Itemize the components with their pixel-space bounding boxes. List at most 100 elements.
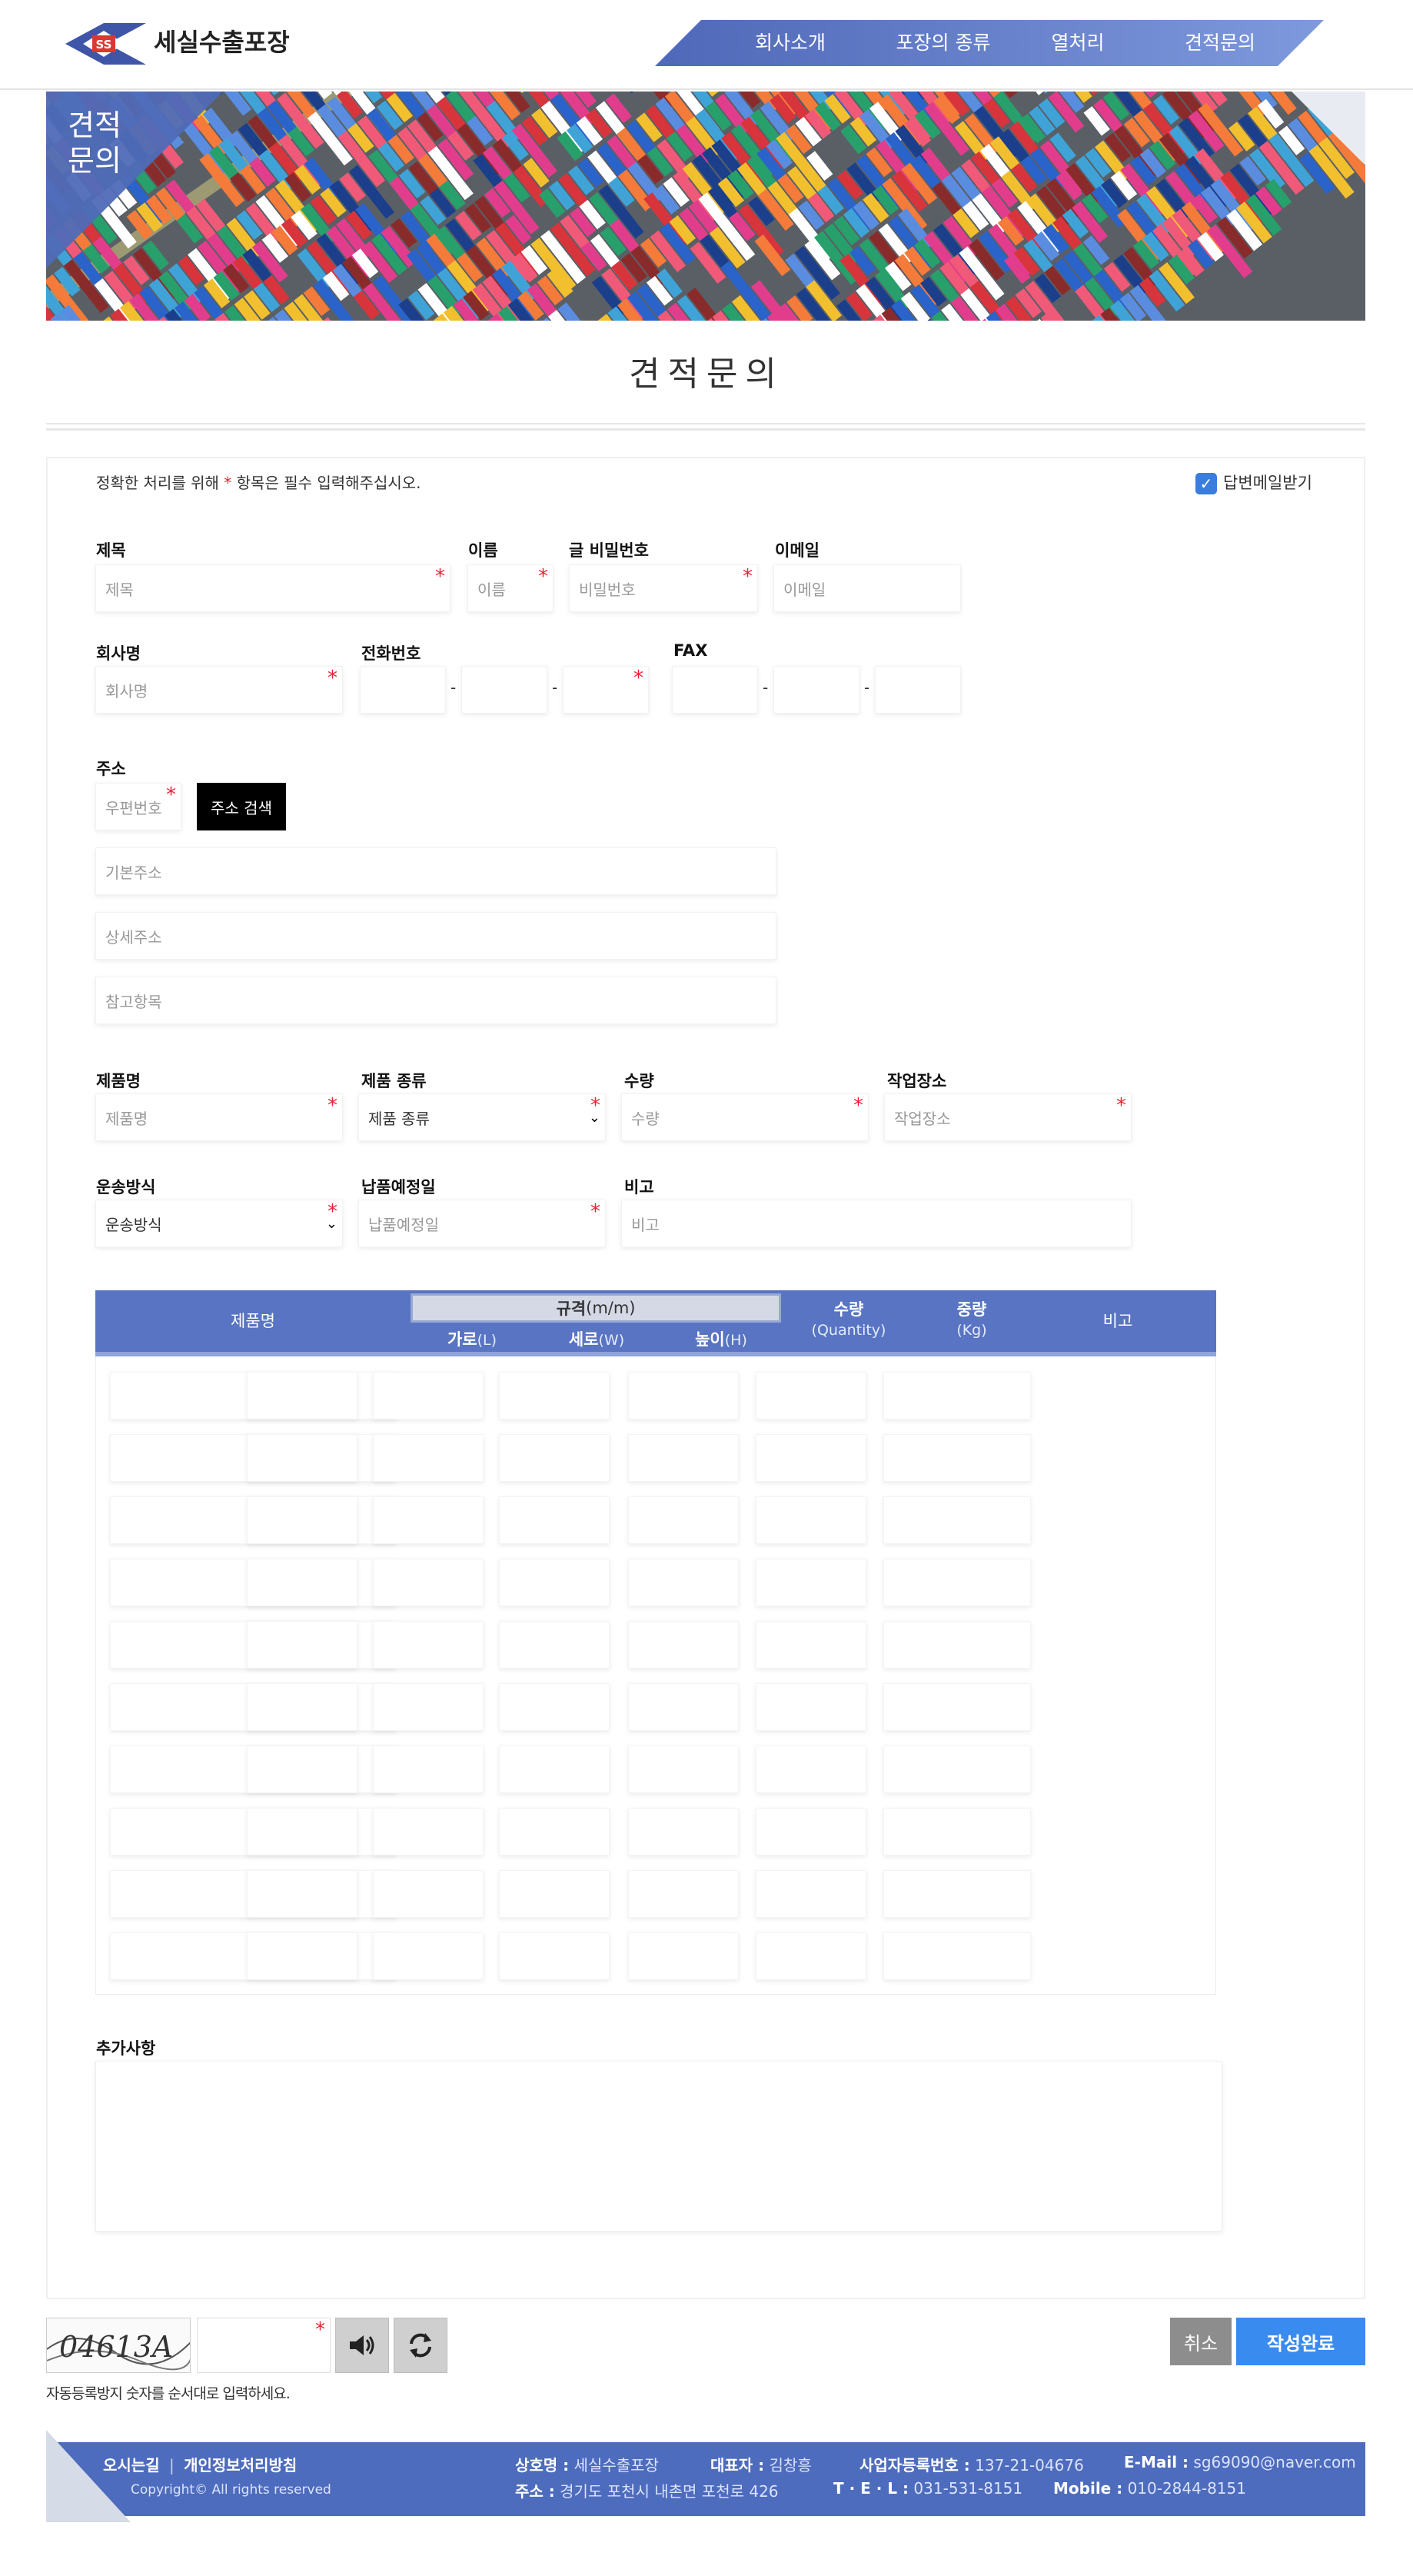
nav-item-quote-inquiry[interactable]: 견적문의 <box>1155 20 1285 66</box>
phone-part1-input[interactable] <box>360 666 446 714</box>
product-row-6-cell-5-input[interactable] <box>628 1683 739 1731</box>
product-row-9-cell-7-input[interactable] <box>883 1870 1031 1918</box>
fax-part1-input[interactable] <box>672 666 758 714</box>
product-type-select[interactable]: 제품 종류 * ⌄ <box>358 1093 606 1141</box>
product-row-5-cell-6-input[interactable] <box>756 1621 866 1669</box>
product-row-8-cell-6-input[interactable] <box>756 1808 866 1855</box>
nav-item-packaging-types[interactable]: 포장의 종류 <box>878 20 1009 66</box>
product-row-9-cell-5-input[interactable] <box>628 1870 739 1918</box>
product-row-9-cell-2-input[interactable] <box>247 1870 357 1918</box>
remarks-input[interactable]: 비고 <box>621 1200 1132 1247</box>
zipcode-input[interactable]: 우편번호 * <box>95 783 181 830</box>
product-row-1-cell-2-input[interactable] <box>247 1372 357 1419</box>
product-row-2-cell-3-input[interactable] <box>373 1434 484 1482</box>
product-row-1-cell-3-input[interactable] <box>373 1372 484 1419</box>
product-row-5-cell-3-input[interactable] <box>373 1621 484 1669</box>
company-label: 회사명 <box>96 644 141 663</box>
product-row-3-cell-7-input[interactable] <box>883 1496 1031 1544</box>
shipping-select[interactable]: 운송방식 * ⌄ <box>95 1200 343 1247</box>
product-row-2-cell-2-input[interactable] <box>247 1434 357 1482</box>
product-row-3-cell-3-input[interactable] <box>373 1496 484 1544</box>
product-row-6-cell-7-input[interactable] <box>883 1683 1031 1731</box>
product-row-7-cell-4-input[interactable] <box>499 1746 610 1793</box>
quantity-input[interactable]: 수량 * <box>621 1093 869 1141</box>
product-row-9-cell-3-input[interactable] <box>373 1870 484 1918</box>
product-row-10-cell-4-input[interactable] <box>499 1932 610 1980</box>
product-row-10-cell-2-input[interactable] <box>247 1932 357 1980</box>
product-row-7-cell-5-input[interactable] <box>628 1746 739 1793</box>
product-row-5-cell-7-input[interactable] <box>883 1621 1031 1669</box>
product-row-1-cell-4-input[interactable] <box>499 1372 610 1419</box>
product-row-4-cell-4-input[interactable] <box>499 1559 610 1606</box>
product-row-3-cell-4-input[interactable] <box>499 1496 610 1544</box>
product-row-4-cell-3-input[interactable] <box>373 1559 484 1606</box>
title-input[interactable]: 제목 * <box>95 564 450 612</box>
product-row-8-cell-2-input[interactable] <box>247 1808 357 1855</box>
product-row-4-cell-7-input[interactable] <box>883 1559 1031 1606</box>
product-row-6-cell-2-input[interactable] <box>247 1683 357 1731</box>
product-row-4-cell-5-input[interactable] <box>628 1559 739 1606</box>
product-row-4-cell-6-input[interactable] <box>756 1559 866 1606</box>
product-row-1-cell-5-input[interactable] <box>628 1372 739 1419</box>
product-row-9-cell-4-input[interactable] <box>499 1870 610 1918</box>
reply-email-option[interactable]: ✓ 답변메일받기 <box>1195 471 1312 494</box>
name-input[interactable]: 이름 * <box>467 564 554 612</box>
additional-textarea[interactable] <box>95 2061 1222 2232</box>
product-row-6-cell-3-input[interactable] <box>373 1683 484 1731</box>
check-icon[interactable]: ✓ <box>1195 473 1217 494</box>
notice-text-tail: 항목은 필수 입력해주십시오. <box>231 474 421 492</box>
product-row-7-cell-2-input[interactable] <box>247 1746 357 1793</box>
product-row-2-cell-4-input[interactable] <box>499 1434 610 1482</box>
product-row-8-cell-5-input[interactable] <box>628 1808 739 1855</box>
product-name-input[interactable]: 제품명 * <box>95 1093 343 1141</box>
product-row-3-cell-5-input[interactable] <box>628 1496 739 1544</box>
product-row-7-cell-6-input[interactable] <box>756 1746 866 1793</box>
product-row-10-cell-3-input[interactable] <box>373 1932 484 1980</box>
product-row-7-cell-7-input[interactable] <box>883 1746 1031 1793</box>
work-place-input[interactable]: 작업장소 * <box>884 1093 1132 1141</box>
product-row-9-cell-6-input[interactable] <box>756 1870 866 1918</box>
captcha-audio-button[interactable] <box>335 2318 389 2373</box>
address-search-button[interactable]: 주소 검색 <box>197 783 286 830</box>
product-row-10-cell-5-input[interactable] <box>628 1932 739 1980</box>
footer-link-privacy[interactable]: 개인정보처리방침 <box>184 2456 297 2474</box>
product-name-label: 제품명 <box>96 1072 141 1090</box>
product-row-4-cell-2-input[interactable] <box>247 1559 357 1606</box>
password-input[interactable]: 비밀번호 * <box>569 564 758 612</box>
product-row-1-cell-7-input[interactable] <box>883 1372 1031 1419</box>
quantity-label: 수량 <box>624 1072 654 1090</box>
product-row-6-cell-4-input[interactable] <box>499 1683 610 1731</box>
captcha-refresh-button[interactable] <box>394 2318 447 2373</box>
product-row-1-cell-6-input[interactable] <box>756 1372 866 1419</box>
nav-item-about[interactable]: 회사소개 <box>721 20 859 66</box>
cancel-button[interactable]: 취소 <box>1170 2318 1232 2365</box>
basic-address-input[interactable]: 기본주소 <box>95 847 776 895</box>
fax-part2-input[interactable] <box>773 666 859 714</box>
product-row-7-cell-3-input[interactable] <box>373 1746 484 1793</box>
product-row-10-cell-6-input[interactable] <box>756 1932 866 1980</box>
phone-part2-input[interactable] <box>461 666 547 714</box>
fax-part3-input[interactable] <box>875 666 961 714</box>
product-row-8-cell-7-input[interactable] <box>883 1808 1031 1855</box>
nav-item-heat-treatment[interactable]: 열처리 <box>1020 20 1135 66</box>
product-row-2-cell-6-input[interactable] <box>756 1434 866 1482</box>
extra-address-input[interactable]: 참고항목 <box>95 977 776 1024</box>
product-row-10-cell-7-input[interactable] <box>883 1932 1031 1980</box>
product-row-6-cell-6-input[interactable] <box>756 1683 866 1731</box>
product-row-5-cell-4-input[interactable] <box>499 1621 610 1669</box>
product-row-2-cell-5-input[interactable] <box>628 1434 739 1482</box>
submit-button[interactable]: 작성완료 <box>1236 2318 1365 2365</box>
email-input[interactable]: 이메일 <box>773 564 961 612</box>
captcha-input[interactable]: * <box>197 2318 331 2373</box>
detail-address-input[interactable]: 상세주소 <box>95 912 776 960</box>
company-input[interactable]: 회사명 * <box>95 666 343 714</box>
product-row-2-cell-7-input[interactable] <box>883 1434 1031 1482</box>
product-row-3-cell-6-input[interactable] <box>756 1496 866 1544</box>
product-row-3-cell-2-input[interactable] <box>247 1496 357 1544</box>
product-row-8-cell-3-input[interactable] <box>373 1808 484 1855</box>
phone-part3-input[interactable]: * <box>563 666 649 714</box>
product-row-5-cell-5-input[interactable] <box>628 1621 739 1669</box>
delivery-date-input[interactable]: 납품예정일 * <box>358 1200 606 1247</box>
product-row-5-cell-2-input[interactable] <box>247 1621 357 1669</box>
product-row-8-cell-4-input[interactable] <box>499 1808 610 1855</box>
